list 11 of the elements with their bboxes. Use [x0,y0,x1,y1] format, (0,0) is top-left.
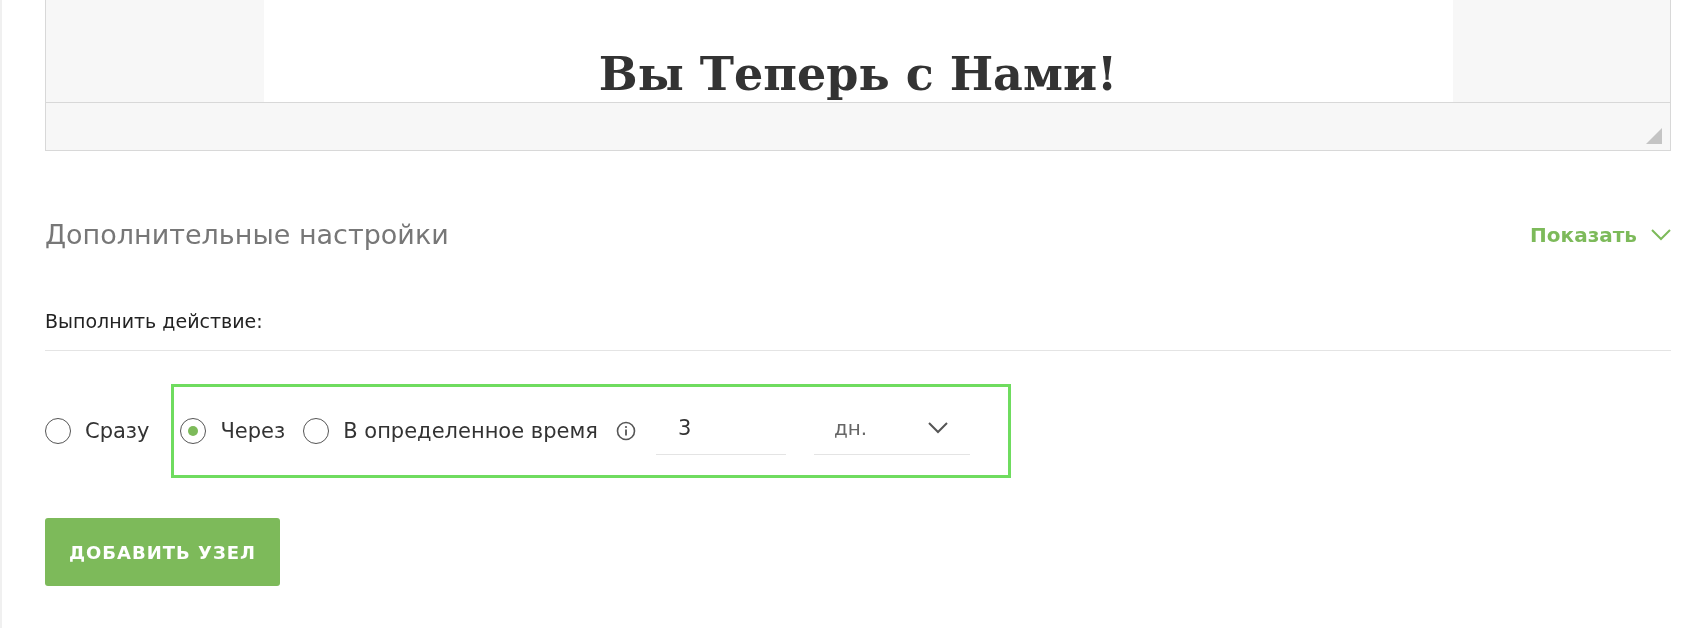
chevron-icon [1651,228,1671,241]
field-label: Выполнить действие: [45,310,1671,351]
radio-option[interactable]: Через [180,418,286,444]
radio-option[interactable]: Сразу [45,418,150,444]
info-icon[interactable] [615,421,636,441]
resize-handle-icon[interactable] [1646,128,1662,144]
chevron-icon [927,421,948,434]
unit-select[interactable]: дн. [813,407,970,455]
section-title: Дополнительные настройки [45,219,449,250]
radio-option[interactable]: В определенное время [303,418,598,444]
email-heading: Вы Теперь с Нами! [598,49,1118,102]
